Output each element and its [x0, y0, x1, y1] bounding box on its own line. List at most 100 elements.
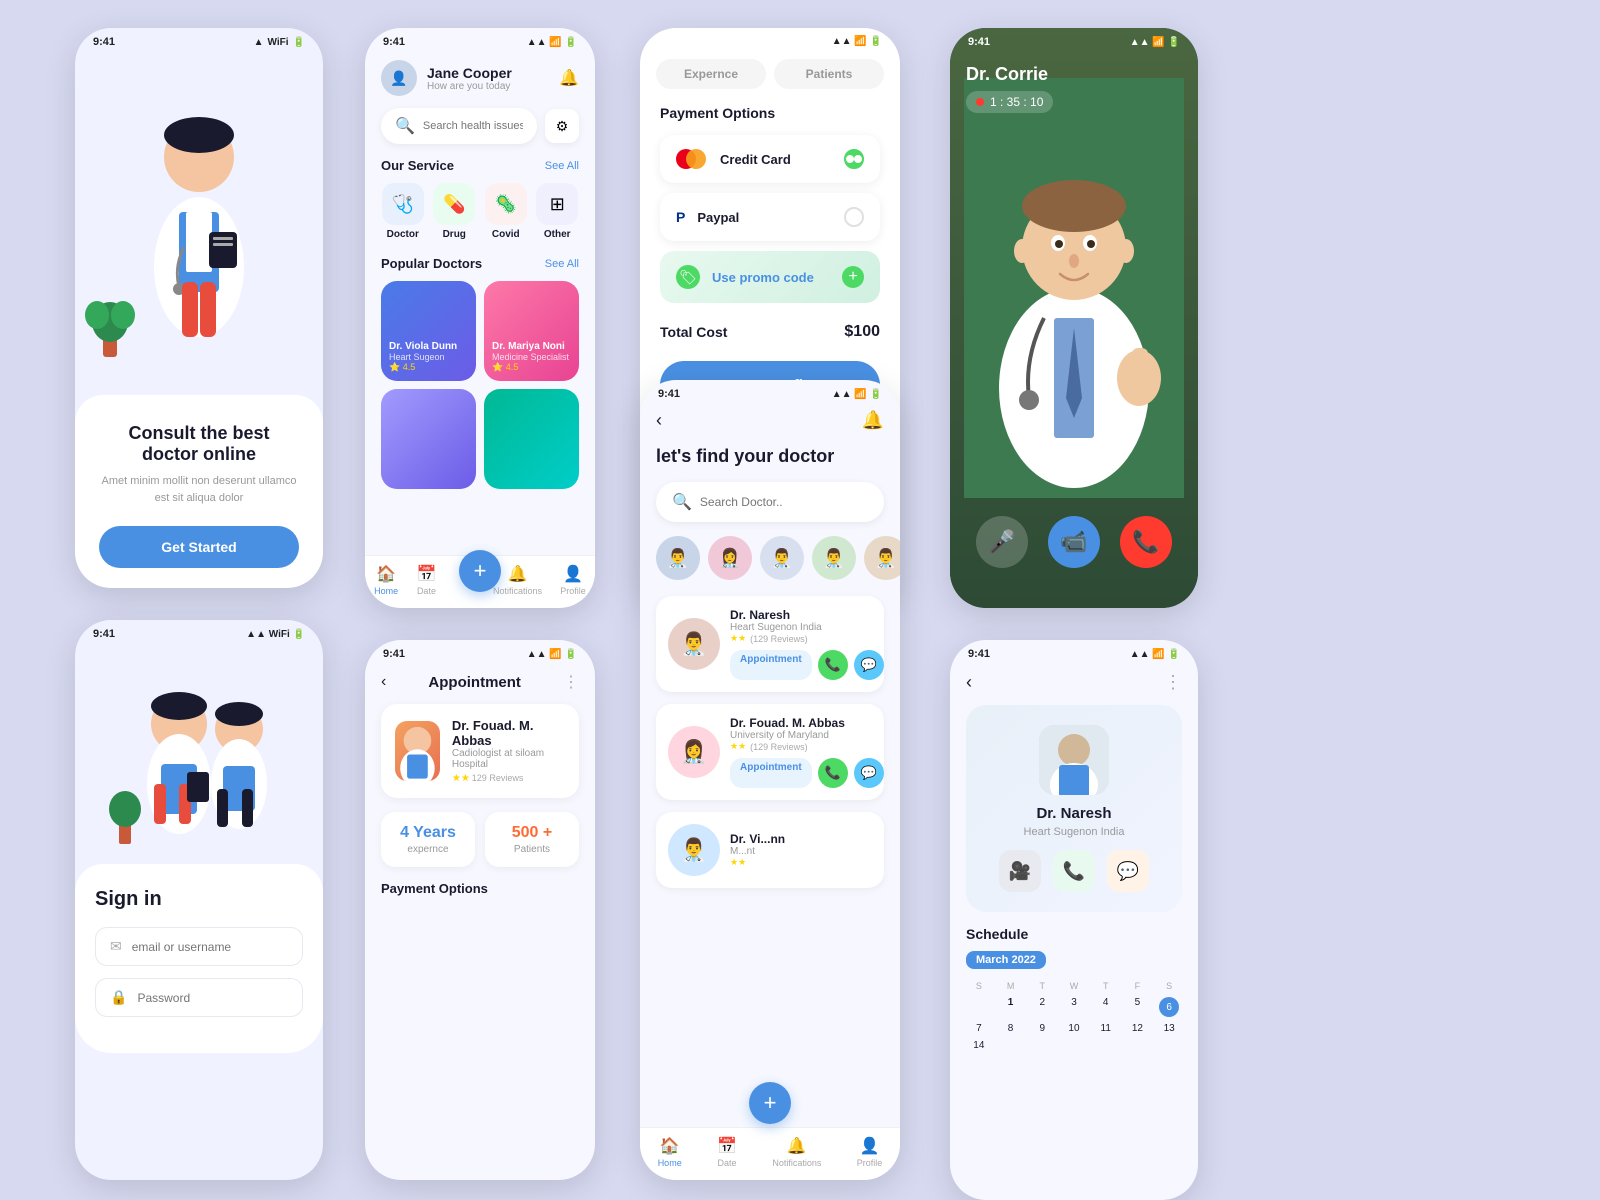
nav-home-6[interactable]: 🏠 Home: [658, 1136, 682, 1168]
nav-profile-6[interactable]: 👤 Profile: [857, 1136, 883, 1168]
email-field[interactable]: ✉: [95, 927, 303, 966]
user-name: Jane Cooper: [427, 65, 512, 81]
doctor-icon-wrap: 🩺: [382, 183, 424, 225]
nav-profile[interactable]: 👤 Profile: [560, 564, 586, 596]
filter-button[interactable]: ⚙: [545, 109, 579, 143]
doctor-name-2: Dr. Mariya Noni: [492, 341, 569, 352]
more-button-8[interactable]: ⋮: [1164, 672, 1182, 693]
search-doctor-input[interactable]: [700, 495, 868, 509]
avatar-5[interactable]: 👨‍⚕️: [864, 536, 900, 580]
status-time-1: 9:41: [93, 36, 115, 48]
video-status-bar: 9:41 ▲▲ 📶 🔋: [950, 28, 1198, 52]
lock-icon: 🔒: [110, 989, 127, 1006]
years-stat: 4 Years expernce: [381, 812, 475, 867]
phone-button[interactable]: 📞: [1053, 850, 1095, 892]
detail-doc-name: Dr. Naresh: [1036, 805, 1111, 822]
appt-header: ‹ Appointment ⋮: [365, 664, 595, 704]
service-doctor[interactable]: 🩺 Doctor: [381, 183, 425, 240]
password-input[interactable]: [137, 991, 288, 1005]
nav-date[interactable]: 📅 Date: [416, 564, 436, 596]
email-input[interactable]: [132, 940, 288, 954]
password-field[interactable]: 🔒: [95, 978, 303, 1017]
paypal-option[interactable]: P Paypal: [660, 193, 880, 241]
tabs-row: Expernce Patients: [640, 51, 900, 97]
paypal-label: Paypal: [697, 210, 832, 225]
search-input[interactable]: [423, 120, 523, 132]
back-button-6[interactable]: ‹: [656, 410, 662, 431]
doctor-card-1[interactable]: Dr. Viola Dunn Heart Sugeon ⭐ 4.5: [381, 281, 476, 381]
back-button-8[interactable]: ‹: [966, 672, 972, 693]
end-call-button[interactable]: 📞: [1120, 516, 1172, 568]
service-covid[interactable]: 🦠 Covid: [484, 183, 528, 240]
detail-doc-spec: Heart Sugenon India: [1024, 826, 1125, 838]
status-time-8: 9:41: [968, 648, 990, 660]
bottom-nav-6: 🏠 Home 📅 Date 🔔 Notifications 👤 Profile: [640, 1127, 900, 1180]
call-button-1[interactable]: 📞: [818, 650, 848, 680]
service-other[interactable]: ⊞ Other: [536, 183, 580, 240]
doctor-card-3[interactable]: [381, 389, 476, 489]
credit-card-label: Credit Card: [720, 152, 832, 167]
doctor-appt-card: Dr. Fouad. M. Abbas Cadiologist at siloa…: [381, 704, 579, 798]
phone-doctor-detail: 9:41 ▲▲ 📶 🔋 ‹ ⋮ Dr. Naresh Heart Sugenon…: [950, 640, 1198, 1200]
search-input-wrap[interactable]: 🔍: [381, 108, 537, 144]
service-drug[interactable]: 💊 Drug: [433, 183, 477, 240]
mute-button[interactable]: 🎤: [976, 516, 1028, 568]
user-greeting: How are you today: [427, 81, 512, 92]
video-button[interactable]: 📹: [1048, 516, 1100, 568]
promo-code-button[interactable]: 🏷 Use promo code +: [660, 251, 880, 303]
fab-add-button[interactable]: +: [459, 550, 501, 592]
see-all-services[interactable]: See All: [545, 160, 579, 172]
signin-title: Sign in: [95, 888, 303, 911]
get-started-button[interactable]: Get Started: [99, 526, 299, 568]
fab-add-button-6[interactable]: +: [749, 1082, 791, 1124]
avatar-4[interactable]: 👨‍⚕️: [812, 536, 856, 580]
paypal-radio[interactable]: [844, 207, 864, 227]
dl-photo-2: 👩‍⚕️: [668, 726, 720, 778]
appointment-chip-1[interactable]: Appointment: [730, 650, 812, 680]
dl-actions-1: Appointment 📞 💬: [730, 650, 884, 680]
profile-icon: 👤: [563, 564, 583, 584]
doctor-illustration: [124, 67, 274, 347]
call-button-2[interactable]: 📞: [818, 758, 848, 788]
tab-patients[interactable]: Patients: [774, 59, 884, 89]
nav-home[interactable]: 🏠 Home: [374, 564, 398, 596]
chat-button-2[interactable]: 💬: [854, 758, 884, 788]
doctor-spec-1: Heart Sugeon: [389, 352, 457, 362]
avatar-2[interactable]: 👩‍⚕️: [708, 536, 752, 580]
dl-spec-3: M...nt: [730, 846, 872, 857]
doctor-card-2[interactable]: Dr. Mariya Noni Medicine Specialist ⭐ 4.…: [484, 281, 579, 381]
message-button[interactable]: 💬: [1107, 850, 1149, 892]
calendar-grid: S M T W T F S 1 2 3 4 5 6 7 8 9 10 11 12…: [966, 981, 1182, 1051]
bell-icon-6[interactable]: 🔔: [862, 410, 884, 431]
chat-button-1[interactable]: 💬: [854, 650, 884, 680]
doctor-card-4[interactable]: [484, 389, 579, 489]
more-button[interactable]: ⋮: [563, 672, 579, 692]
credit-card-option[interactable]: Credit Card: [660, 135, 880, 183]
schedule-month: March 2022: [966, 951, 1046, 969]
user-avatar: 👤: [381, 60, 417, 96]
search-bar: 🔍 ⚙: [381, 108, 579, 144]
other-icon-wrap: ⊞: [536, 183, 578, 225]
main-video: [950, 78, 1198, 498]
video-off-button[interactable]: 🎥: [999, 850, 1041, 892]
bell-icon[interactable]: 🔔: [559, 68, 579, 88]
appointment-chip-2[interactable]: Appointment: [730, 758, 812, 788]
detail-doctor-card: Dr. Naresh Heart Sugenon India 🎥 📞 💬: [966, 705, 1182, 912]
status-time-4: 9:41: [383, 648, 405, 660]
doctor-appt-photo: [395, 721, 440, 781]
drug-icon-wrap: 💊: [433, 183, 475, 225]
tab-expernce[interactable]: Expernce: [656, 59, 766, 89]
find-search[interactable]: 🔍: [656, 482, 884, 522]
nav-notifications-6[interactable]: 🔔 Notifications: [772, 1136, 821, 1168]
nav-date-6[interactable]: 📅 Date: [717, 1136, 737, 1168]
status-bar-5: ▲▲ 📶 🔋: [640, 28, 900, 51]
see-all-doctors[interactable]: See All: [545, 258, 579, 270]
credit-card-radio[interactable]: [844, 149, 864, 169]
video-status-time: 9:41: [968, 36, 990, 48]
avatar-3[interactable]: 👨‍⚕️: [760, 536, 804, 580]
doctor-rating-1: ⭐ 4.5: [389, 362, 457, 373]
video-doctor-svg: [964, 78, 1184, 498]
covid-icon-wrap: 🦠: [485, 183, 527, 225]
back-button[interactable]: ‹: [381, 673, 386, 691]
avatar-1[interactable]: 👨‍⚕️: [656, 536, 700, 580]
